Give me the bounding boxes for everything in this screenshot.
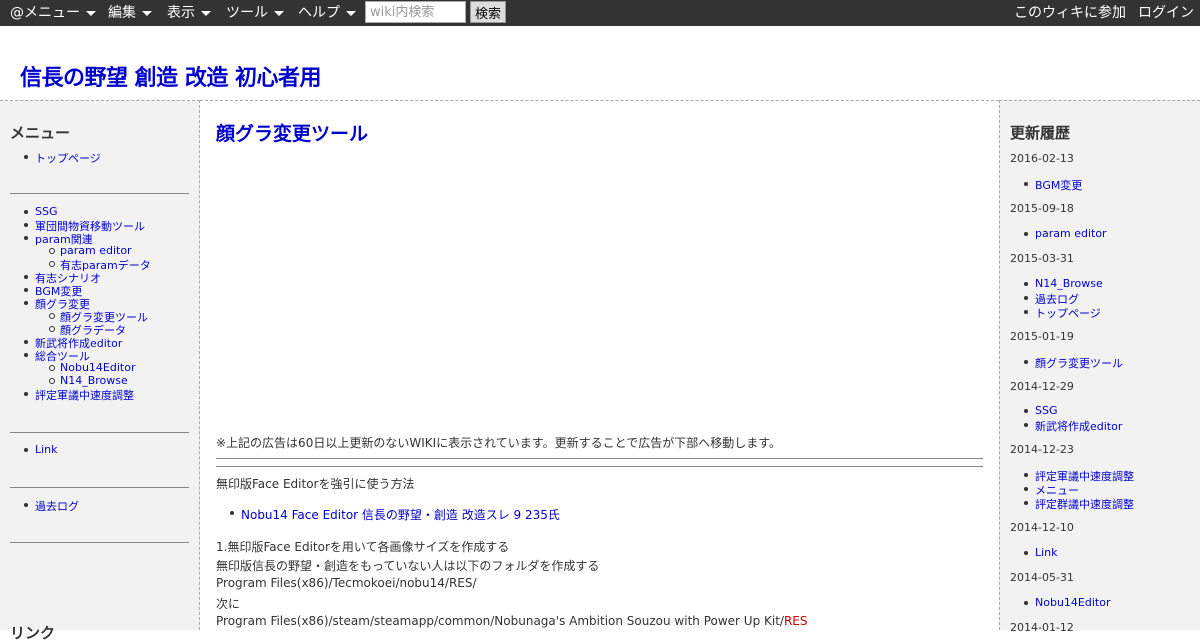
chevron-down-icon — [346, 10, 356, 16]
chevron-down-icon — [274, 10, 284, 16]
intro-text: 無印版Face Editorを強引に使う方法 — [216, 477, 415, 491]
history-date: 2016-02-13 — [1010, 152, 1074, 165]
login-link[interactable]: ログイン — [1138, 0, 1194, 26]
history-date: 2015-03-31 — [1010, 252, 1074, 265]
history-date: 2015-01-19 — [1010, 330, 1074, 343]
sidebar-item-link[interactable]: Link — [24, 443, 58, 456]
tools-menu-label: ツール — [226, 5, 268, 21]
wiki-search-input[interactable] — [365, 1, 466, 23]
top-bar: @メニュー 編集 表示 ツール ヘルプ 検索 このウィキに参加 ログイン — [0, 0, 1200, 26]
divider — [216, 466, 983, 467]
edit-menu-dropdown[interactable]: 編集 — [108, 0, 152, 26]
join-wiki-link[interactable]: このウィキに参加 — [1014, 0, 1126, 26]
history-item[interactable]: BGM変更 — [1023, 177, 1082, 193]
help-menu-dropdown[interactable]: ヘルプ — [298, 0, 356, 26]
sidebar-item-n14browse[interactable]: N14_Browse — [49, 374, 128, 387]
history-date: 2014-12-29 — [1010, 380, 1074, 393]
history-item[interactable]: Nobu14Editor — [1023, 596, 1110, 609]
view-menu-label: 表示 — [167, 5, 195, 21]
right-sidebar: 更新履歴 2016-02-13 BGM変更 2015-09-18 param e… — [999, 100, 1200, 634]
sidebar-item-nobu14editor[interactable]: Nobu14Editor — [48, 361, 135, 374]
divider — [10, 487, 189, 488]
divider — [10, 193, 189, 194]
left-sidebar: メニュー トップページ SSG 軍団間物資移動ツール param関連 param… — [0, 100, 200, 642]
chevron-down-icon — [201, 10, 211, 16]
help-menu-label: ヘルプ — [298, 5, 340, 21]
history-item[interactable]: SSG — [1024, 404, 1058, 417]
sidebar-item-param-editor[interactable]: param editor — [49, 244, 132, 257]
tools-menu-dropdown[interactable]: ツール — [226, 0, 284, 26]
body-line: 無印版信長の野望・創造をもっていない人は以下のフォルダを作成する — [216, 559, 600, 573]
history-date: 2014-12-23 — [1010, 443, 1074, 456]
chevron-down-icon — [86, 10, 96, 16]
site-title-link[interactable]: 信長の野望 創造 改造 初心者用 — [20, 60, 321, 92]
history-item[interactable]: 新武将作成editor — [1023, 418, 1122, 434]
edit-menu-label: 編集 — [108, 5, 136, 21]
search-button[interactable]: 検索 — [470, 1, 506, 23]
path-highlight: RES — [783, 614, 808, 628]
history-date: 2014-01-12 — [1010, 621, 1074, 634]
at-menu-label: @メニュー — [10, 5, 80, 21]
divider — [216, 458, 983, 459]
divider — [10, 432, 189, 433]
history-item[interactable]: N14_Browse — [1024, 277, 1103, 290]
reference-link[interactable]: Nobu14 Face Editor 信長の野望・創造 改造スレ 9 235氏 — [230, 506, 560, 523]
history-date: 2014-05-31 — [1010, 571, 1074, 584]
at-menu-dropdown[interactable]: @メニュー — [10, 0, 96, 26]
history-date: 2014-12-10 — [1010, 521, 1074, 534]
body-line: 1.無印版Face Editorを用いて各画像サイズを作成する — [216, 540, 510, 554]
view-menu-dropdown[interactable]: 表示 — [167, 0, 211, 26]
history-item[interactable]: param editor — [1024, 227, 1107, 240]
body-line: Program Files(x86)/Tecmokoei/nobu14/RES/ — [216, 576, 477, 590]
divider — [10, 542, 189, 543]
path-prefix: Program Files(x86)/steam/steamapp/common… — [216, 614, 784, 628]
history-heading: 更新履歴 — [1010, 124, 1071, 142]
body-line: 次に — [216, 597, 241, 611]
sidebar-item-speed[interactable]: 評定軍議中速度調整 — [24, 387, 134, 403]
sidebar-item-ssg[interactable]: SSG — [24, 205, 58, 218]
links-heading: リンク — [10, 624, 56, 642]
chevron-down-icon — [142, 10, 152, 16]
history-item[interactable]: トップページ — [1024, 305, 1101, 321]
sidebar-item-past-log[interactable]: 過去ログ — [24, 498, 79, 514]
history-item[interactable]: 顔グラ変更ツール — [1024, 355, 1123, 371]
history-item[interactable]: 評定群議中速度調整 — [1024, 496, 1134, 512]
page-title[interactable]: 顔グラ変更ツール — [216, 119, 368, 146]
ad-notice: ※上記の広告は60日以上更新のないWIKIに表示されています。更新することで広告… — [216, 436, 782, 450]
menu-heading: メニュー — [10, 124, 71, 142]
body-line-path: Program Files(x86)/steam/steamapp/common… — [216, 614, 808, 628]
history-date: 2015-09-18 — [1010, 202, 1074, 215]
main-content: 顔グラ変更ツール ※上記の広告は60日以上更新のないWIKIに表示されています。… — [200, 100, 999, 630]
history-item[interactable]: Link — [1024, 546, 1058, 559]
sidebar-item-top-page[interactable]: トップページ — [24, 150, 101, 166]
